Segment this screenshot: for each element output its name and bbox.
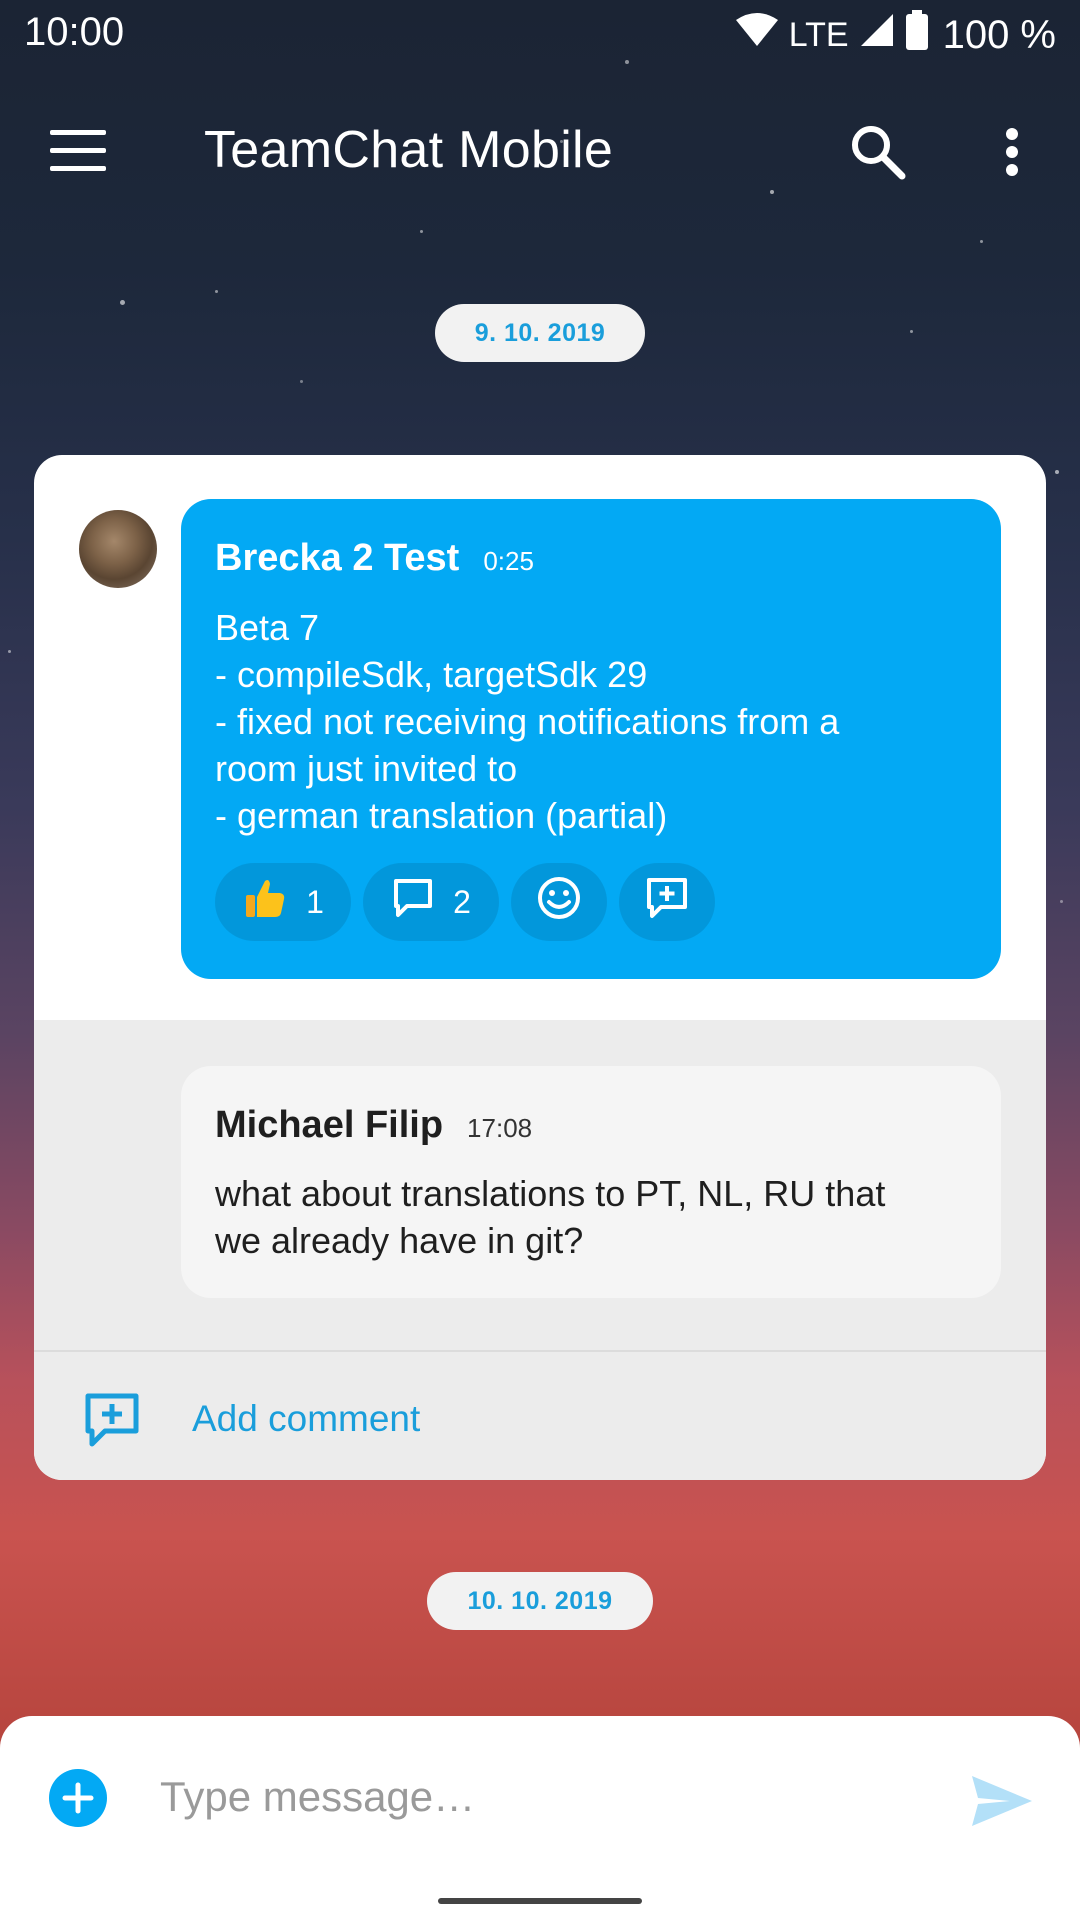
comment-bubble[interactable]: Michael Filip 17:08 what about translati… (181, 1066, 1001, 1298)
message-text: Beta 7 - compileSdk, targetSdk 29 - fixe… (215, 604, 975, 839)
send-icon[interactable] (970, 1774, 1034, 1828)
search-icon[interactable] (846, 120, 910, 184)
status-time: 10:00 (24, 10, 125, 54)
comment-text: what about translations to PT, NL, RU th… (215, 1170, 975, 1264)
add-comment-label: Add comment (192, 1398, 421, 1439)
message-line: Beta 7 (215, 607, 320, 648)
comments-section: Michael Filip 17:08 what about translati… (34, 1020, 1046, 1480)
thread-card: Brecka 2 Test 0:25 Beta 7 - compileSdk, … (34, 455, 1046, 1480)
message-line: - fixed not receiving notifications from… (215, 701, 840, 742)
add-comment-icon (644, 875, 690, 929)
comment-time: 17:08 (467, 1113, 533, 1143)
comment-line: what about translations to PT, NL, RU th… (215, 1173, 886, 1214)
message-bubble[interactable]: Brecka 2 Test 0:25 Beta 7 - compileSdk, … (181, 499, 1001, 979)
avatar[interactable] (79, 510, 157, 588)
battery-icon (905, 10, 929, 60)
app-bar: TeamChat Mobile (0, 90, 1080, 210)
date-separator: 10. 10. 2019 (427, 1572, 653, 1630)
add-attachment-icon[interactable] (48, 1768, 108, 1828)
add-reaction-button[interactable] (511, 863, 607, 941)
thumbs-up-icon (242, 875, 288, 929)
home-indicator[interactable] (438, 1898, 642, 1904)
battery-level: 100 % (942, 12, 1056, 57)
message-time: 0:25 (483, 546, 534, 576)
message-line: - compileSdk, targetSdk 29 (215, 654, 648, 695)
date-separator: 9. 10. 2019 (435, 304, 645, 362)
add-comment-icon (82, 1390, 142, 1450)
message-line: room just invited to (215, 748, 518, 789)
status-indicators: LTE 100 % (735, 10, 1056, 60)
message-header: Brecka 2 Test 0:25 (215, 537, 534, 580)
add-comment-button[interactable]: Add comment (34, 1352, 1046, 1480)
like-count: 1 (306, 883, 324, 920)
comment-header: Michael Filip 17:08 (215, 1104, 532, 1147)
comment-author[interactable]: Michael Filip (215, 1104, 443, 1147)
reply-button[interactable] (619, 863, 715, 941)
comment-line: we already have in git? (215, 1220, 584, 1261)
signal-icon (859, 12, 895, 58)
more-vert-icon[interactable] (990, 120, 1034, 184)
comment-count: 2 (453, 883, 471, 920)
message-input[interactable] (158, 1764, 922, 1830)
app-title: TeamChat Mobile (204, 121, 614, 179)
comment-icon (391, 876, 435, 928)
message-line: - german translation (partial) (215, 795, 668, 836)
menu-icon[interactable] (50, 130, 106, 174)
message-author[interactable]: Brecka 2 Test (215, 537, 459, 580)
message-composer (0, 1716, 1080, 1920)
wifi-icon (735, 12, 779, 58)
comments-button[interactable]: 2 (363, 863, 499, 941)
smiley-icon (536, 875, 582, 929)
reaction-bar: 1 2 (215, 863, 715, 941)
like-reaction-button[interactable]: 1 (215, 863, 351, 941)
status-bar: 10:00 LTE 100 % (0, 0, 1080, 66)
network-type: LTE (788, 15, 849, 54)
